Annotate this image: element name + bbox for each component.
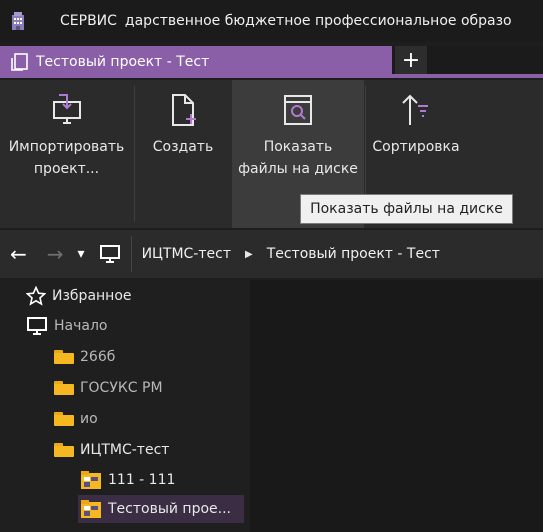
folder-icon bbox=[54, 381, 74, 395]
sort-icon bbox=[398, 90, 434, 130]
create-button[interactable]: Создать bbox=[135, 80, 231, 228]
show-files-label-line1: Показать bbox=[263, 139, 333, 155]
breadcrumb-item-current[interactable]: Тестовый проект - Тест bbox=[267, 246, 440, 262]
tree-item-project-selected[interactable]: Тестовый прое... bbox=[78, 495, 244, 523]
tree-item-label: Начало bbox=[54, 318, 108, 334]
tree-item-label: ио bbox=[80, 411, 98, 427]
tree-item-label: ГОСУКС РМ bbox=[80, 380, 163, 396]
nav-separator bbox=[130, 236, 132, 272]
folder-icon bbox=[54, 412, 74, 426]
navigation-bar: ← → ▾ ИЦТМС-тест ▶ Тестовый проект - Тес… bbox=[0, 230, 543, 278]
organization-name: дарственное бюджетное профессиональное о… bbox=[124, 13, 512, 29]
import-project-button[interactable]: Импортировать проект... bbox=[0, 80, 133, 228]
project-tab-icon bbox=[10, 52, 30, 72]
tooltip: Показать файлы на диске bbox=[300, 194, 513, 224]
app-title: СЕРВИС bbox=[60, 13, 117, 29]
tree-item-folder-expanded[interactable]: ИЦТМС-тест bbox=[54, 436, 169, 464]
history-dropdown-button[interactable]: ▾ bbox=[78, 246, 85, 262]
tree-item-folder[interactable]: ГОСУКС РМ bbox=[54, 374, 163, 402]
star-icon bbox=[26, 286, 46, 306]
app-logo-icon bbox=[8, 11, 28, 31]
forward-button[interactable]: → bbox=[47, 242, 64, 266]
breadcrumb-item[interactable]: ИЦТМС-тест bbox=[142, 246, 231, 262]
navigation-tree: Избранное Начало 266б ГОСУКС РМ ио ИЦТМС… bbox=[0, 280, 250, 532]
import-icon bbox=[49, 90, 85, 130]
computer-icon[interactable] bbox=[99, 244, 121, 264]
tree-item-project[interactable]: 111 - 111 bbox=[80, 466, 175, 494]
tree-item-favorites[interactable]: Избранное bbox=[26, 282, 132, 310]
tree-item-label: 111 - 111 bbox=[108, 472, 176, 488]
import-label-line2: проект... bbox=[33, 161, 100, 177]
tree-item-folder[interactable]: 266б bbox=[54, 343, 115, 371]
folder-icon bbox=[54, 350, 74, 364]
import-label-line1: Импортировать bbox=[8, 139, 125, 155]
tab-title: Тестовый проект - Тест bbox=[36, 54, 210, 70]
tree-item-label: Тестовый прое... bbox=[108, 501, 232, 517]
folder-search-icon bbox=[280, 90, 316, 130]
folder-icon bbox=[54, 443, 74, 457]
computer-icon bbox=[26, 316, 48, 336]
tree-item-home[interactable]: Начало bbox=[26, 312, 107, 340]
project-folder-icon bbox=[80, 470, 102, 490]
show-files-label-line2: файлы на диске bbox=[238, 161, 358, 177]
tree-item-folder[interactable]: ио bbox=[54, 405, 98, 433]
tab-bar: Тестовый проект - Тест + bbox=[0, 46, 543, 78]
tree-item-label: 266б bbox=[80, 349, 116, 365]
breadcrumb-separator-icon[interactable]: ▶ bbox=[245, 249, 253, 260]
tree-item-label: Избранное bbox=[52, 288, 132, 304]
create-label: Создать bbox=[152, 139, 214, 155]
project-folder-icon bbox=[80, 499, 102, 519]
new-file-icon bbox=[165, 90, 201, 130]
file-content-pane[interactable] bbox=[250, 280, 543, 532]
tab-project[interactable]: Тестовый проект - Тест bbox=[0, 46, 392, 78]
sort-label: Сортировка bbox=[372, 139, 460, 155]
tree-item-label: ИЦТМС-тест bbox=[80, 442, 170, 458]
back-button[interactable]: ← bbox=[10, 242, 27, 266]
new-tab-button[interactable]: + bbox=[395, 46, 427, 74]
title-bar: СЕРВИС дарственное бюджетное профессиона… bbox=[0, 0, 543, 42]
